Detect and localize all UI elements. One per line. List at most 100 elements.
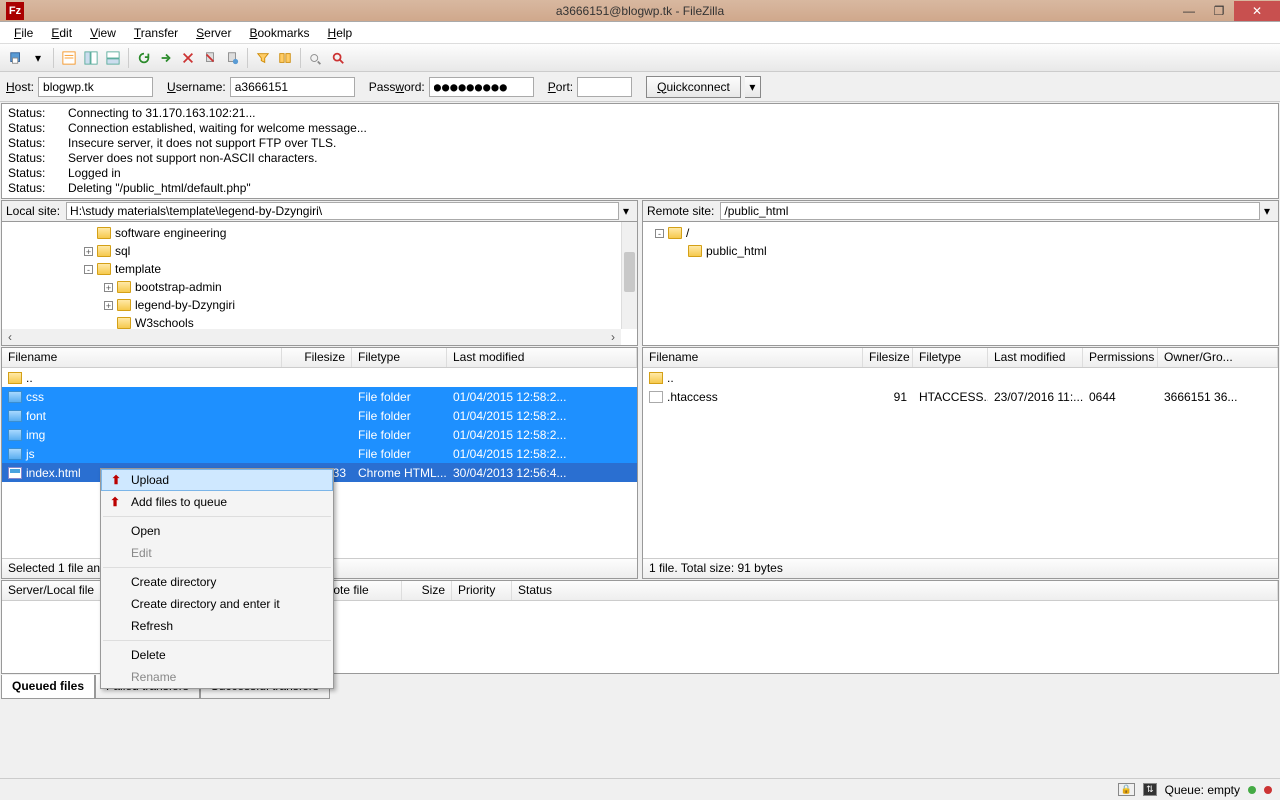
col-filename[interactable]: Filename [2,348,282,367]
menu-server[interactable]: Server [188,24,239,42]
led-activity-icon [1248,786,1256,794]
toggle-queue-icon[interactable] [103,48,123,68]
local-list-header[interactable]: Filename Filesize Filetype Last modified [2,348,637,368]
col-filetype[interactable]: Filetype [352,348,447,367]
disconnect-icon[interactable] [200,48,220,68]
upload-icon: ⬆ [107,494,123,510]
remote-path-input[interactable] [720,202,1260,220]
scrollbar-horizontal[interactable]: ‹› [2,329,621,345]
menu-view[interactable]: View [82,24,124,42]
file-row[interactable]: imgFile folder01/04/2015 12:58:2... [2,425,637,444]
password-input[interactable] [429,77,534,97]
remote-file-list: Filename Filesize Filetype Last modified… [642,347,1279,579]
close-button[interactable]: ✕ [1234,1,1280,21]
remote-tree[interactable]: -/public_html [642,222,1279,346]
tree-item[interactable]: +sql [4,242,635,260]
dropdown-icon[interactable]: ▾ [28,48,48,68]
col-modified[interactable]: Last modified [447,348,637,367]
menu-item-refresh[interactable]: Refresh [101,615,333,637]
tree-item[interactable]: +legend-by-Dzyngiri [4,296,635,314]
col-permissions[interactable]: Permissions [1083,348,1158,367]
tree-item[interactable]: +bootstrap-admin [4,278,635,296]
col-owner[interactable]: Owner/Gro... [1158,348,1278,367]
col-priority[interactable]: Priority [452,581,512,600]
menu-help[interactable]: Help [320,24,361,42]
folder-icon [117,281,131,293]
quickconnect-dropdown[interactable]: ▾ [745,76,761,98]
menu-item-upload[interactable]: ⬆Upload [101,469,333,491]
file-row[interactable]: .. [2,368,637,387]
scrollbar-vertical[interactable] [621,222,637,329]
search-icon[interactable] [328,48,348,68]
maximize-button[interactable]: ❐ [1204,1,1234,21]
file-row[interactable]: .. [643,368,1278,387]
file-row[interactable]: jsFile folder01/04/2015 12:58:2... [2,444,637,463]
menu-file[interactable]: File [6,24,41,42]
local-path-input[interactable] [66,202,619,220]
queue-status: Queue: empty [1165,783,1240,797]
sync-browse-icon[interactable] [306,48,326,68]
sitemanager-icon[interactable] [6,48,26,68]
folder-icon [97,263,111,275]
window-title: a3666151@blogwp.tk - FileZilla [556,4,724,18]
remote-site-label: Remote site: [647,204,714,218]
tree-item[interactable]: software engineering [4,224,635,242]
toggle-tree-icon[interactable] [81,48,101,68]
col-size[interactable]: Size [402,581,452,600]
remote-files-body[interactable]: ...htaccess91HTACCESS...23/07/2016 11:..… [643,368,1278,558]
app-icon: Fz [6,2,24,20]
menu-item-delete[interactable]: Delete [101,644,333,666]
quickconnect-bar: Host: Username: Password: Port: Quickcon… [0,72,1280,102]
col-modified[interactable]: Last modified [988,348,1083,367]
menu-item-open[interactable]: Open [101,520,333,542]
file-row[interactable]: fontFile folder01/04/2015 12:58:2... [2,406,637,425]
menu-item-add-files-to-queue[interactable]: ⬆Add files to queue [101,491,333,513]
folder-icon [688,245,702,257]
host-label: Host: [6,80,34,94]
col-status[interactable]: Status [512,581,1278,600]
folder-icon [117,299,131,311]
col-filesize[interactable]: Filesize [282,348,352,367]
dropdown-icon[interactable]: ▾ [619,204,633,218]
menu-edit[interactable]: Edit [43,24,80,42]
log-pane[interactable]: Status:Connecting to 31.170.163.102:21..… [1,103,1279,199]
compare-icon[interactable] [275,48,295,68]
lock-icon[interactable]: 🔒 [1118,783,1135,796]
port-input[interactable] [577,77,632,97]
tree-item[interactable]: -/ [645,224,1276,242]
username-label: Username: [167,80,226,94]
folder-icon [8,410,22,422]
menu-bookmarks[interactable]: Bookmarks [241,24,317,42]
col-filename[interactable]: Filename [643,348,863,367]
menu-item-create-directory[interactable]: Create directory [101,571,333,593]
tree-item[interactable]: public_html [645,242,1276,260]
speed-icon[interactable]: ⇅ [1143,783,1157,796]
remote-list-header[interactable]: Filename Filesize Filetype Last modified… [643,348,1278,368]
reconnect-icon[interactable] [222,48,242,68]
host-input[interactable] [38,77,153,97]
tab-queued[interactable]: Queued files [1,675,95,699]
blank-icon [649,391,663,403]
quickconnect-button[interactable]: Quickconnect [646,76,741,98]
port-label: Port: [548,80,573,94]
cancel-icon[interactable] [178,48,198,68]
menu-item-edit: Edit [101,542,333,564]
refresh-icon[interactable] [134,48,154,68]
menu-item-rename: Rename [101,666,333,688]
username-input[interactable] [230,77,355,97]
col-filetype[interactable]: Filetype [913,348,988,367]
file-row[interactable]: cssFile folder01/04/2015 12:58:2... [2,387,637,406]
toggle-log-icon[interactable] [59,48,79,68]
menu-item-create-directory-and-enter-it[interactable]: Create directory and enter it [101,593,333,615]
file-row[interactable]: .htaccess91HTACCESS...23/07/2016 11:...0… [643,387,1278,406]
dropdown-icon[interactable]: ▾ [1260,204,1274,218]
filter-icon[interactable] [253,48,273,68]
window-controls: — ❐ ✕ [1174,1,1280,21]
col-filesize[interactable]: Filesize [863,348,913,367]
menu-transfer[interactable]: Transfer [126,24,186,42]
process-queue-icon[interactable] [156,48,176,68]
minimize-button[interactable]: — [1174,1,1204,21]
tree-item[interactable]: -template [4,260,635,278]
local-tree[interactable]: software engineering+sql-template+bootst… [1,222,638,346]
menubar: File Edit View Transfer Server Bookmarks… [0,22,1280,44]
